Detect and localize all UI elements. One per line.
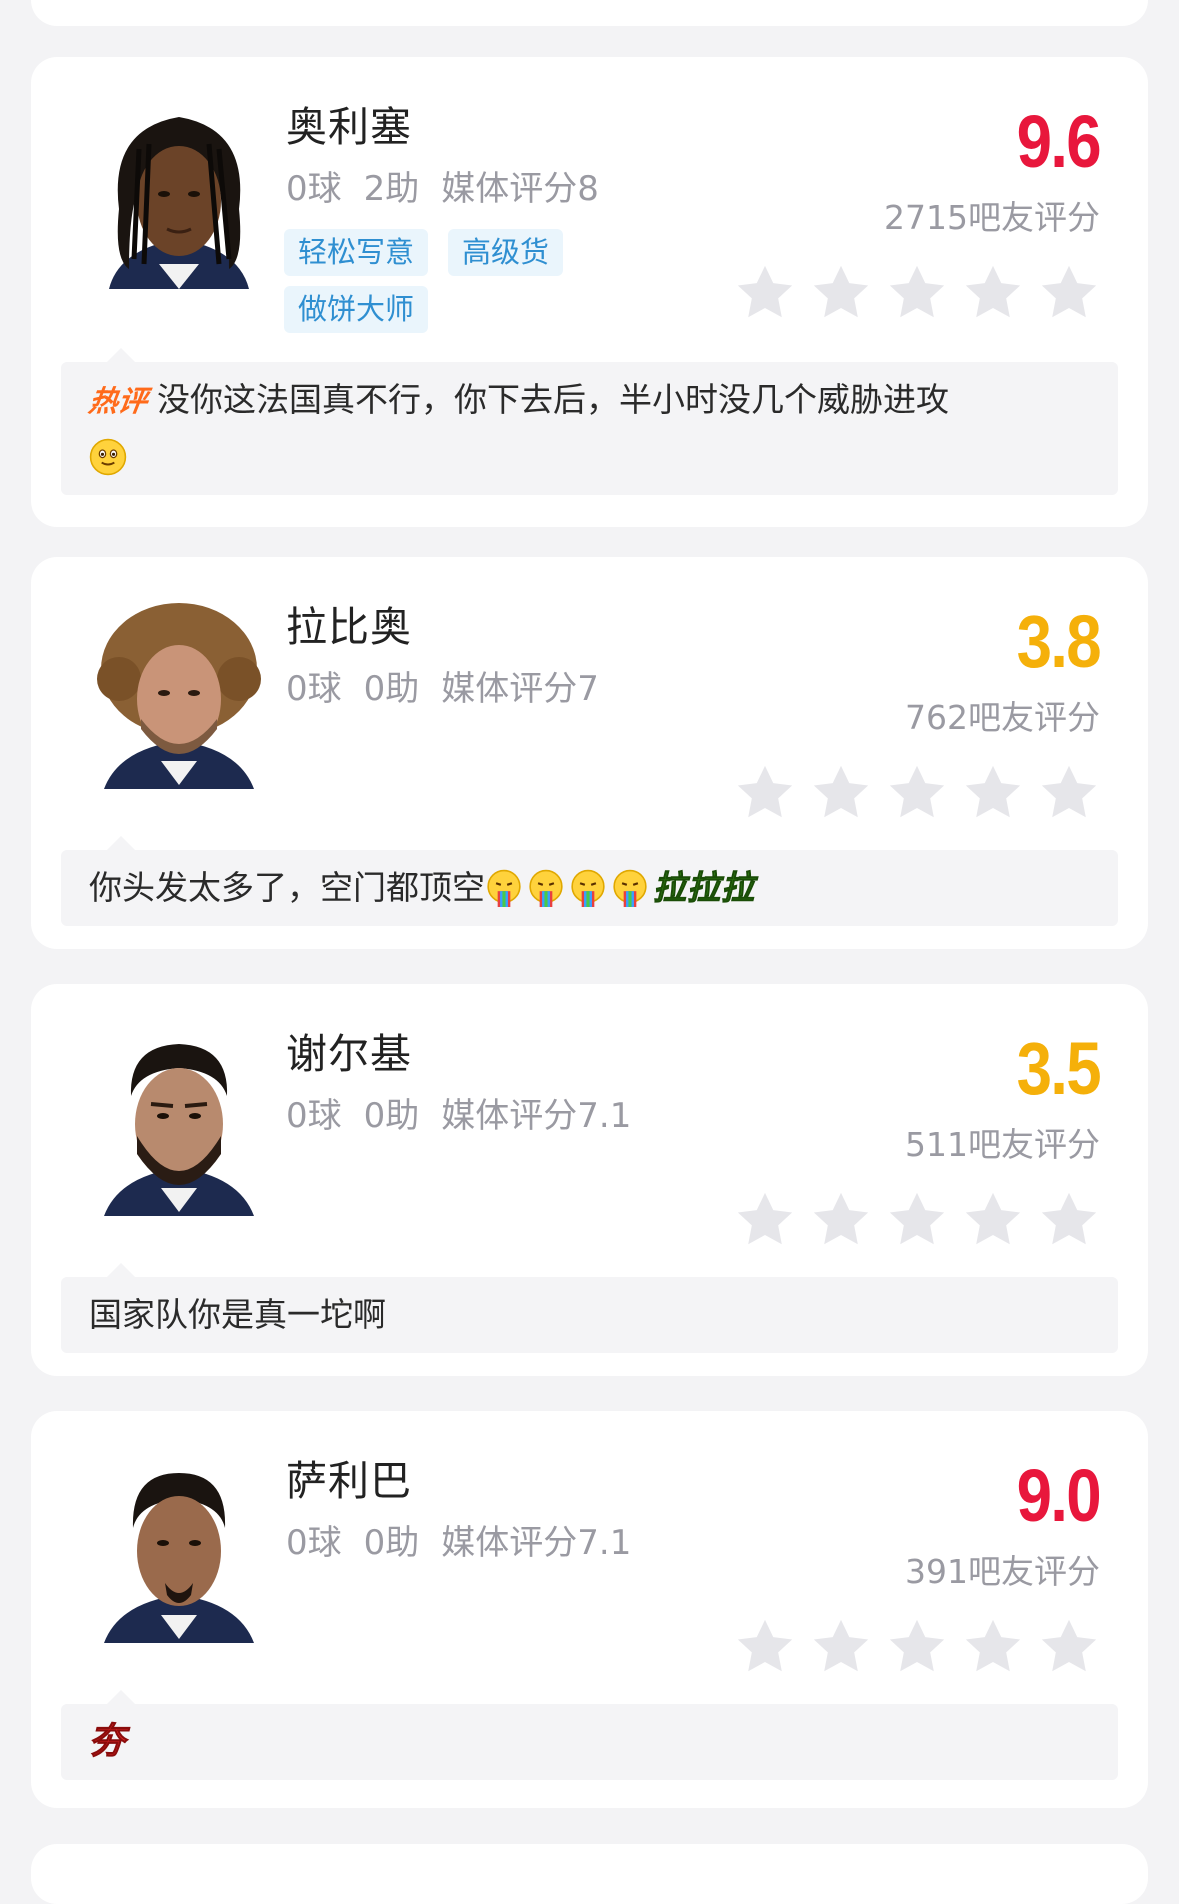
assists-count: 0助: [363, 1096, 420, 1136]
star-icon[interactable]: [734, 1189, 796, 1251]
star-icon[interactable]: [810, 762, 872, 824]
assists-count: 2助: [363, 169, 420, 209]
media-rating: 媒体评分7.1: [441, 1096, 632, 1136]
star-icon[interactable]: [886, 1189, 948, 1251]
star-icon[interactable]: [886, 762, 948, 824]
comment[interactable]: 夯: [61, 1690, 1118, 1780]
player-avatar: [79, 589, 279, 789]
rater-count: 391吧友评分: [905, 1552, 1100, 1591]
rating-stars[interactable]: [720, 1189, 1100, 1251]
star-icon[interactable]: [810, 1616, 872, 1678]
star-icon[interactable]: [886, 262, 948, 324]
hot-badge: 热评: [86, 384, 150, 418]
star-icon[interactable]: [962, 1189, 1024, 1251]
star-icon[interactable]: [810, 1189, 872, 1251]
player-tags: 轻松写意 高级货做饼大师: [284, 229, 614, 343]
player-tag[interactable]: 轻松写意: [284, 229, 429, 276]
media-rating: 媒体评分7.1: [441, 1523, 632, 1563]
player-tag[interactable]: 高级货: [448, 229, 564, 276]
player-name: 谢尔基: [286, 1030, 412, 1078]
smile-emoji-icon: [89, 438, 127, 476]
hot-comment[interactable]: 热评 没你这法国真不行，你下去后，半小时没几个威胁进攻: [61, 348, 1118, 495]
player-tag[interactable]: 做饼大师: [284, 286, 429, 333]
rainbow-vomit-emoji-icon: [569, 869, 607, 907]
star-icon[interactable]: [1038, 1189, 1100, 1251]
rater-count: 2715吧友评分: [884, 198, 1100, 237]
fan-score: 9.6: [1016, 100, 1102, 183]
star-icon[interactable]: [734, 262, 796, 324]
rainbow-vomit-emoji-icon: [485, 869, 523, 907]
comment-text: 没你这法国真不行，你下去后，半小时没几个威胁进攻: [157, 380, 950, 419]
comment[interactable]: 你头发太多了，空门都顶空 拉拉拉: [61, 836, 1118, 926]
goals-count: 0球: [286, 169, 342, 209]
player-stats: 0球 2助 媒体评分8: [286, 161, 621, 210]
star-icon[interactable]: [962, 1616, 1024, 1678]
fan-score: 3.8: [1016, 600, 1102, 683]
star-icon[interactable]: [886, 1616, 948, 1678]
player-avatar: [79, 1443, 279, 1643]
assists-count: 0助: [363, 1523, 420, 1563]
rainbow-vomit-emoji-icon: [611, 869, 649, 907]
player-avatar: [79, 1016, 279, 1216]
player-stats: 0球 0助 媒体评分7.1: [286, 1515, 653, 1564]
comment-text: 你头发太多了，空门都顶空: [89, 868, 485, 907]
assists-count: 0助: [363, 669, 420, 709]
star-icon[interactable]: [962, 762, 1024, 824]
goals-count: 0球: [286, 1523, 342, 1563]
media-rating: 媒体评分7: [441, 669, 599, 709]
player-name: 拉比奥: [286, 603, 412, 651]
star-icon[interactable]: [734, 1616, 796, 1678]
fan-score: 3.5: [1016, 1027, 1102, 1110]
star-icon[interactable]: [962, 262, 1024, 324]
rater-count: 762吧友评分: [905, 698, 1100, 737]
player-card[interactable]: 谢尔基 0球 0助 媒体评分7.1 3.5 511吧友评分 国家队你是真一坨啊: [31, 984, 1148, 1376]
rating-stars[interactable]: [720, 762, 1100, 824]
star-icon[interactable]: [734, 762, 796, 824]
goals-count: 0球: [286, 669, 342, 709]
rater-count: 511吧友评分: [905, 1125, 1100, 1164]
star-icon[interactable]: [810, 262, 872, 324]
rating-stars[interactable]: [720, 262, 1100, 324]
player-name: 奥利塞: [286, 103, 412, 151]
star-icon[interactable]: [1038, 262, 1100, 324]
rating-stars[interactable]: [720, 1616, 1100, 1678]
goals-count: 0球: [286, 1096, 342, 1136]
star-icon[interactable]: [1038, 1616, 1100, 1678]
comment-text: 国家队你是真一坨啊: [89, 1295, 386, 1334]
player-card[interactable]: 奥利塞 0球 2助 媒体评分8 轻松写意 高级货做饼大师 9.6 2715吧友评分 热…: [31, 57, 1148, 527]
rainbow-vomit-emoji-icon: [527, 869, 565, 907]
player-card[interactable]: 拉比奥 0球 0助 媒体评分7 3.8 762吧友评分 你头发太多了，空门都顶空 拉拉…: [31, 557, 1148, 949]
next-card-edge: [31, 1844, 1148, 1904]
fan-score: 9.0: [1016, 1454, 1102, 1537]
player-avatar: [79, 89, 279, 289]
player-name: 萨利巴: [286, 1457, 412, 1505]
player-stats: 0球 0助 媒体评分7.1: [286, 1088, 653, 1137]
previous-card-edge: [31, 0, 1148, 26]
player-card[interactable]: 萨利巴 0球 0助 媒体评分7.1 9.0 391吧友评分 夯: [31, 1411, 1148, 1808]
star-icon[interactable]: [1038, 762, 1100, 824]
media-rating: 媒体评分8: [441, 169, 599, 209]
hang-sticker: 夯: [88, 1721, 126, 1763]
la-la-la-sticker: 拉拉拉: [653, 868, 755, 908]
comment[interactable]: 国家队你是真一坨啊: [61, 1263, 1118, 1353]
player-stats: 0球 0助 媒体评分7: [286, 661, 621, 710]
